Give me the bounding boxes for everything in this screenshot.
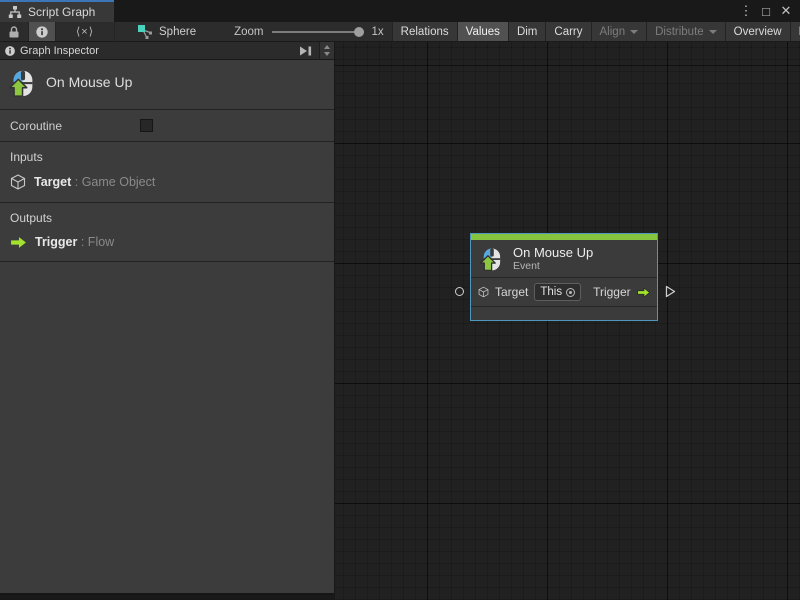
inspected-unit-section: On Mouse Up bbox=[0, 60, 334, 110]
on-mouse-up-node[interactable]: On Mouse Up Event Target This Trigger bbox=[470, 233, 658, 321]
align-dropdown-button[interactable]: Align bbox=[591, 22, 647, 41]
tab-title: Script Graph bbox=[28, 5, 95, 19]
overview-label: Overview bbox=[734, 26, 782, 38]
node-trigger-label: Trigger bbox=[593, 285, 631, 299]
carry-label: Carry bbox=[554, 26, 582, 38]
overview-button[interactable]: Overview bbox=[725, 22, 790, 41]
unity-visual-scripting-window: { "window": { "tab_title": "Script Graph… bbox=[0, 0, 800, 600]
header-spinner[interactable] bbox=[320, 42, 334, 59]
mouse-up-icon bbox=[479, 246, 505, 272]
chevron-down-icon bbox=[630, 30, 638, 34]
graph-inspector-panel: Graph Inspector On Mouse Up Coroutine In… bbox=[0, 42, 335, 595]
dim-label: Dim bbox=[517, 26, 537, 38]
dock-panel-button[interactable] bbox=[293, 42, 320, 59]
toolbar-right-buttons: Relations Values Dim Carry Align Distrib… bbox=[392, 22, 800, 41]
dim-button[interactable]: Dim bbox=[508, 22, 545, 41]
flow-arrow-icon bbox=[10, 236, 27, 249]
flow-arrow-icon[interactable] bbox=[637, 286, 650, 299]
zoom-slider-handle[interactable] bbox=[354, 27, 364, 37]
spinner-down-icon[interactable] bbox=[324, 52, 330, 56]
mouse-up-icon bbox=[8, 68, 38, 98]
node-output-port[interactable] bbox=[665, 285, 676, 298]
chevron-down-icon bbox=[709, 30, 717, 34]
node-footer bbox=[471, 307, 657, 320]
lock-button[interactable] bbox=[0, 22, 29, 41]
input-name: Target bbox=[34, 175, 71, 189]
input-row: Target : Game Object bbox=[10, 174, 334, 190]
graph-hierarchy-icon bbox=[8, 5, 22, 19]
outputs-header: Outputs bbox=[10, 211, 334, 225]
relations-label: Relations bbox=[401, 26, 449, 38]
code-view-button[interactable]: ⟨×⟩ bbox=[56, 22, 115, 41]
graph-owner-button[interactable]: Sphere bbox=[115, 22, 206, 41]
inputs-header: Inputs bbox=[10, 150, 334, 164]
node-port-row: Target This Trigger bbox=[471, 278, 657, 306]
target-value: This bbox=[540, 286, 562, 298]
zoom-label: Zoom bbox=[234, 26, 263, 38]
node-subtitle: Event bbox=[513, 260, 593, 272]
inputs-section: Inputs Target : Game Object bbox=[0, 142, 334, 203]
coroutine-checkbox[interactable] bbox=[140, 119, 153, 132]
node-target-label: Target bbox=[495, 285, 528, 299]
kebab-menu-icon[interactable]: ⋮ bbox=[738, 3, 754, 19]
align-label: Align bbox=[600, 26, 626, 38]
output-row: Trigger : Flow bbox=[10, 235, 334, 249]
inspector-toggle-button[interactable] bbox=[29, 22, 56, 41]
carry-button[interactable]: Carry bbox=[545, 22, 590, 41]
input-type: : Game Object bbox=[75, 175, 156, 189]
tab-bar: Script Graph ⋮ □ ✕ bbox=[0, 0, 800, 22]
graph-owner-name: Sphere bbox=[159, 26, 196, 38]
values-label: Values bbox=[466, 26, 500, 38]
graph-pointer-icon bbox=[137, 24, 153, 40]
node-header[interactable]: On Mouse Up Event bbox=[471, 240, 657, 277]
relations-button[interactable]: Relations bbox=[392, 22, 457, 41]
maximize-icon[interactable]: □ bbox=[758, 4, 774, 19]
object-picker-icon[interactable] bbox=[566, 288, 575, 297]
game-object-cube-icon bbox=[10, 174, 26, 190]
spinner-up-icon[interactable] bbox=[324, 45, 330, 49]
inspector-title: Graph Inspector bbox=[20, 45, 293, 57]
output-name: Trigger bbox=[35, 235, 77, 249]
output-type: : Flow bbox=[81, 235, 114, 249]
outputs-section: Outputs Trigger : Flow bbox=[0, 203, 334, 262]
zoom-slider[interactable] bbox=[272, 27, 364, 37]
window-controls: ⋮ □ ✕ bbox=[738, 0, 800, 22]
info-icon bbox=[4, 45, 16, 57]
values-button[interactable]: Values bbox=[457, 22, 508, 41]
zoom-value: 1x bbox=[372, 26, 384, 38]
full-screen-button[interactable]: Full Screen bbox=[790, 22, 800, 41]
close-icon[interactable]: ✕ bbox=[778, 3, 794, 19]
target-value-chip[interactable]: This bbox=[534, 283, 581, 301]
distribute-dropdown-button[interactable]: Distribute bbox=[646, 22, 725, 41]
code-icon: ⟨×⟩ bbox=[62, 25, 108, 38]
zoom-slider-track[interactable] bbox=[272, 31, 364, 33]
coroutine-label: Coroutine bbox=[10, 119, 62, 133]
game-object-cube-icon bbox=[478, 285, 489, 299]
node-title: On Mouse Up bbox=[513, 245, 593, 260]
tabbar-spacer bbox=[114, 0, 738, 22]
unit-title: On Mouse Up bbox=[46, 68, 132, 90]
zoom-control: Zoom 1x bbox=[206, 22, 392, 41]
dock-right-icon bbox=[299, 44, 313, 58]
inspector-header: Graph Inspector bbox=[0, 42, 334, 60]
tab-script-graph[interactable]: Script Graph bbox=[0, 0, 114, 22]
info-icon bbox=[35, 25, 49, 39]
graph-toolbar: ⟨×⟩ Sphere Zoom 1x Relations Values Dim … bbox=[0, 22, 800, 42]
lock-icon bbox=[6, 24, 22, 40]
distribute-label: Distribute bbox=[655, 26, 704, 38]
coroutine-row: Coroutine bbox=[0, 110, 334, 142]
node-input-port[interactable] bbox=[455, 287, 464, 296]
node-titles: On Mouse Up Event bbox=[513, 245, 593, 272]
graph-canvas[interactable]: On Mouse Up Event Target This Trigger bbox=[335, 42, 800, 600]
